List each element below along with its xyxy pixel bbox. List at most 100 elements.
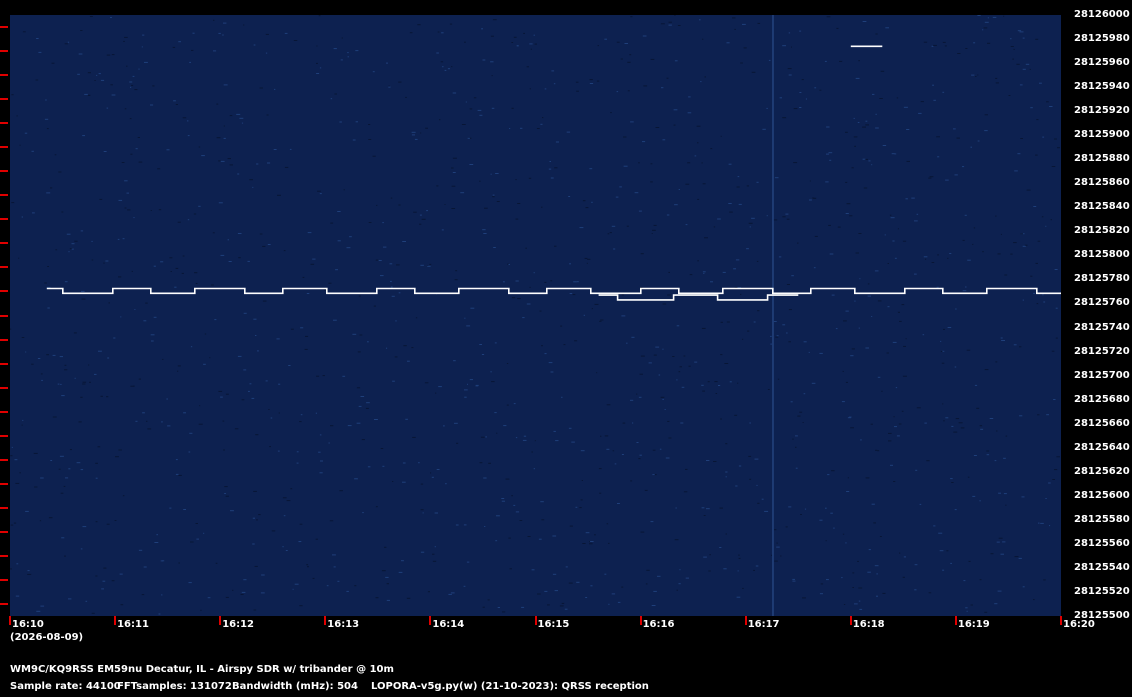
noise-speck	[152, 85, 155, 87]
ytick-mark	[0, 98, 8, 101]
noise-speck	[550, 280, 553, 282]
noise-speck	[268, 409, 270, 410]
noise-speck	[127, 209, 131, 211]
noise-speck	[528, 177, 532, 179]
noise-speck	[256, 163, 259, 165]
noise-speck	[919, 503, 922, 505]
noise-speck	[668, 21, 672, 23]
ytick-mark	[0, 578, 8, 581]
noise-speck	[537, 593, 541, 595]
noise-speck	[306, 293, 310, 294]
noise-speck	[150, 334, 155, 336]
noise-speck	[855, 252, 859, 254]
noise-speck	[82, 135, 85, 137]
noise-speck	[1019, 346, 1022, 348]
noise-speck	[608, 542, 610, 544]
noise-speck	[668, 271, 670, 273]
ytick-mark	[0, 602, 8, 605]
noise-speck	[142, 412, 145, 414]
noise-speck	[843, 604, 846, 605]
noise-speck	[414, 138, 418, 140]
noise-speck	[177, 221, 181, 223]
noise-speck	[685, 224, 688, 226]
noise-speck	[584, 257, 588, 259]
noise-speck	[1037, 414, 1040, 416]
noise-speck	[944, 45, 947, 47]
noise-speck	[863, 187, 868, 189]
noise-speck	[282, 497, 287, 499]
noise-speck	[720, 418, 722, 420]
noise-speck	[833, 527, 835, 529]
noise-speck	[875, 113, 877, 115]
noise-speck	[261, 574, 265, 576]
noise-speck	[177, 365, 181, 367]
noise-speck	[223, 449, 225, 451]
noise-speck	[436, 185, 439, 187]
noise-speck	[445, 483, 447, 485]
noise-speck	[953, 431, 958, 433]
noise-speck	[779, 97, 782, 99]
noise-speck	[1045, 498, 1047, 499]
noise-speck	[284, 166, 289, 168]
noise-speck	[213, 19, 215, 21]
noise-speck	[492, 194, 495, 196]
noise-speck	[430, 472, 432, 474]
noise-speck	[968, 560, 971, 562]
noise-speck	[260, 592, 265, 594]
noise-speck	[61, 211, 64, 213]
noise-speck	[511, 42, 514, 43]
noise-speck	[222, 420, 225, 422]
noise-speck	[914, 220, 918, 222]
noise-speck	[870, 423, 873, 425]
station-title: WM9C/KQ9RSS EM59nu Decatur, IL - Airspy …	[10, 664, 394, 675]
noise-speck	[751, 217, 755, 219]
noise-speck	[530, 48, 532, 50]
noise-speck	[330, 98, 333, 100]
noise-speck	[726, 42, 730, 44]
noise-speck	[659, 448, 662, 450]
noise-speck	[594, 534, 596, 536]
noise-speck	[448, 593, 452, 595]
noise-speck	[1042, 294, 1044, 296]
xtick-mark	[849, 616, 852, 625]
noise-speck	[1056, 456, 1060, 458]
noise-speck	[940, 351, 943, 352]
noise-speck	[809, 180, 811, 182]
noise-speck	[678, 371, 681, 373]
noise-speck	[876, 573, 878, 575]
noise-speck	[305, 335, 309, 337]
noise-speck	[527, 536, 531, 537]
noise-speck	[1045, 225, 1047, 227]
noise-speck	[282, 546, 284, 548]
noise-speck	[877, 450, 880, 452]
fft-samples-label: FFTsamples: 131072	[117, 681, 232, 692]
noise-speck	[596, 80, 600, 82]
noise-speck	[40, 373, 43, 375]
noise-speck	[734, 28, 736, 30]
noise-speck	[525, 247, 527, 249]
noise-speck	[37, 358, 41, 359]
noise-speck	[1055, 307, 1058, 309]
noise-speck	[874, 270, 879, 272]
noise-speck	[1005, 504, 1007, 506]
noise-speck	[419, 214, 422, 216]
noise-speck	[398, 292, 401, 294]
noise-speck	[954, 174, 958, 176]
noise-speck	[609, 232, 612, 234]
noise-speck	[1033, 599, 1035, 601]
noise-speck	[552, 535, 557, 537]
noise-speck	[225, 596, 229, 598]
noise-speck	[1001, 340, 1005, 341]
noise-speck	[225, 495, 229, 497]
noise-speck	[720, 321, 723, 323]
noise-speck	[538, 538, 542, 540]
noise-speck	[223, 22, 227, 24]
noise-speck	[757, 22, 761, 24]
noise-speck	[98, 73, 101, 75]
noise-speck	[491, 107, 495, 109]
noise-speck	[619, 186, 622, 188]
noise-speck	[1051, 350, 1055, 352]
noise-speck	[976, 407, 980, 409]
ytick-label: 28125960	[1074, 57, 1130, 69]
noise-speck	[771, 554, 773, 556]
